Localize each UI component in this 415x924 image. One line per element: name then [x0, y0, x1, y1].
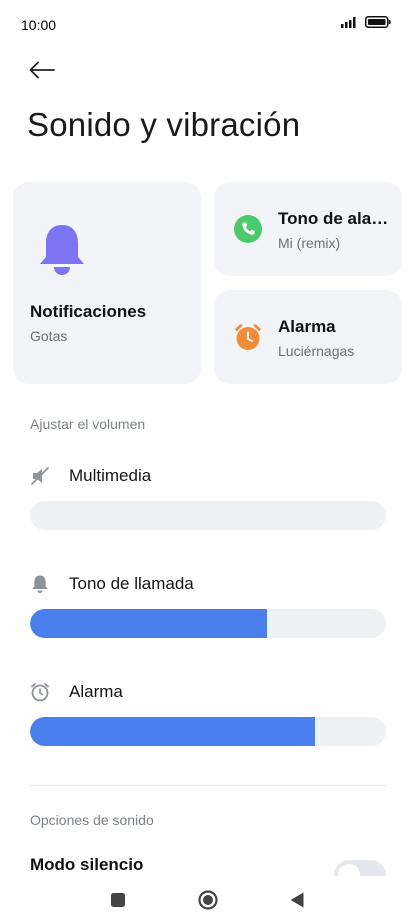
notifications-title: Notificaciones — [30, 302, 147, 321]
alarm-card[interactable]: Alarma Luciérnagas — [214, 290, 402, 384]
alarm-clock-icon — [30, 682, 50, 702]
back-nav-button[interactable] — [285, 888, 309, 912]
volume-row-ringtone: Tono de llamada — [30, 572, 386, 638]
muted-speaker-icon — [30, 466, 50, 486]
alarm-volume-label: Alarma — [69, 682, 123, 701]
section-divider — [30, 785, 386, 786]
alarm-slider-fill — [30, 717, 315, 746]
home-button[interactable] — [196, 888, 220, 912]
notifications-subtitle: Gotas — [30, 328, 68, 344]
battery-icon — [365, 16, 391, 28]
status-bar: 10:00 — [0, 0, 415, 50]
page-title: Sonido y vibración — [27, 106, 301, 143]
multimedia-label: Multimedia — [69, 466, 152, 485]
triangle-back-icon — [290, 892, 304, 908]
status-time: 10:00 — [21, 17, 57, 33]
volume-row-alarm: Alarma — [30, 680, 386, 746]
sound-options-section-label: Opciones de sonido — [30, 812, 154, 828]
signal-icon — [341, 17, 356, 28]
volume-row-multimedia: Multimedia — [30, 464, 386, 530]
bell-icon — [40, 225, 84, 275]
phone-icon — [234, 215, 262, 243]
volume-section-label: Ajustar el volumen — [30, 416, 146, 432]
ringtone-slider-fill — [30, 609, 267, 638]
circle-icon — [198, 890, 218, 910]
arrow-left-icon — [29, 61, 55, 79]
alarm-clock-icon — [235, 324, 261, 350]
ringtone-subtitle: Mi (remix) — [278, 235, 341, 251]
alarm-subtitle: Luciérnagas — [278, 343, 355, 359]
square-icon — [111, 893, 125, 907]
ringtone-card[interactable]: Tono de alarma Mi (remix) — [214, 182, 402, 276]
ringtone-volume-label: Tono de llamada — [69, 574, 194, 593]
alarm-slider[interactable] — [30, 717, 386, 746]
alarm-title: Alarma — [278, 317, 336, 336]
back-button[interactable] — [22, 54, 62, 86]
notifications-card[interactable]: Notificaciones Gotas — [13, 182, 201, 384]
recents-button[interactable] — [106, 888, 130, 912]
status-icons — [341, 16, 391, 28]
silent-mode-label: Modo silencio — [30, 855, 144, 874]
ringtone-title: Tono de alarma — [278, 209, 392, 228]
ringtone-slider[interactable] — [30, 609, 386, 638]
navigation-bar — [0, 876, 415, 924]
multimedia-slider[interactable] — [30, 501, 386, 530]
bell-icon — [30, 574, 50, 594]
